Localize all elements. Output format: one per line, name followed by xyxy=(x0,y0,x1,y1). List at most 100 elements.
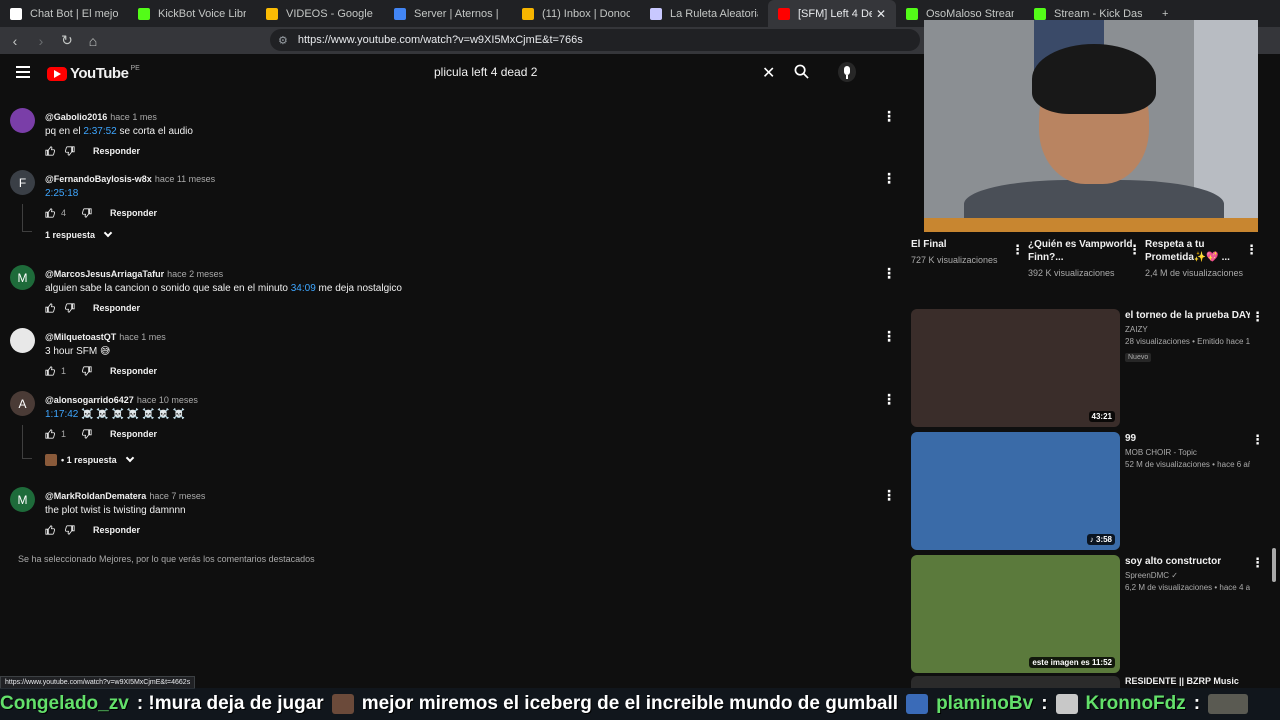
more-options-icon[interactable] xyxy=(1251,555,1264,571)
recommended-video[interactable]: Respeta a tu Prometida✨💖 ... 2,4 M de vis… xyxy=(1145,238,1255,280)
browser-tab[interactable]: VIDEOS - Google Drive xyxy=(256,0,384,27)
home-icon[interactable]: ⌂ xyxy=(82,33,104,49)
more-options-icon[interactable] xyxy=(1011,242,1024,258)
like-icon[interactable] xyxy=(45,303,55,313)
microphone-icon[interactable] xyxy=(838,62,856,82)
like-icon[interactable] xyxy=(45,429,55,439)
timestamp-link[interactable]: 2:25:18 xyxy=(45,188,78,199)
more-options-icon[interactable] xyxy=(1251,309,1264,325)
tab-favicon-icon xyxy=(138,7,150,20)
comment-text: alguien sabe la cancion o sonido que sal… xyxy=(45,283,402,294)
comment-author[interactable]: @MarkRoldanDematera xyxy=(45,491,146,501)
forward-icon[interactable]: › xyxy=(30,33,52,49)
avatar[interactable]: F xyxy=(10,170,35,195)
reply-button[interactable]: Responder xyxy=(110,208,157,218)
dislike-icon[interactable] xyxy=(82,366,92,376)
avatar[interactable]: M xyxy=(10,487,35,512)
comment-author[interactable]: @MilquetoastQT xyxy=(45,332,116,342)
timestamp-link[interactable]: 34:09 xyxy=(291,283,316,294)
timestamp-link[interactable]: 1:17:42 xyxy=(45,409,78,420)
video-title: ¿Quién es Vampworld Finn?... xyxy=(1028,239,1133,263)
more-options-icon[interactable] xyxy=(882,170,896,187)
youtube-logo[interactable]: YouTube PE xyxy=(47,65,140,82)
chat-emote-icon xyxy=(1055,694,1078,714)
dislike-icon[interactable] xyxy=(65,303,75,313)
recommended-video[interactable]: ♪ 3:58 99 MOB CHOIR - Topic 52 M de visuali… xyxy=(911,432,1264,550)
channel-name[interactable]: MOB CHOIR - Topic xyxy=(1125,448,1250,457)
back-icon[interactable]: ‹ xyxy=(4,33,26,49)
reply-button[interactable]: Responder xyxy=(93,303,140,313)
more-options-icon[interactable] xyxy=(882,108,896,125)
comment-time[interactable]: hace 7 meses xyxy=(149,491,205,501)
recommended-video[interactable]: este imagen es 11:52 soy alto constructor… xyxy=(911,555,1264,673)
comment-header: @MarcosJesusArriagaTafur hace 2 meses xyxy=(45,269,223,279)
clear-search-icon[interactable]: ✕ xyxy=(762,63,775,83)
recommended-video[interactable]: ¿Quién es Vampworld Finn?... 392 K visual… xyxy=(1028,238,1138,280)
comment-time[interactable]: hace 11 meses xyxy=(155,174,215,184)
stream-chat-overlay: Congelado_zv: !mura deja de jugar mejor m… xyxy=(0,688,1280,720)
comment-author[interactable]: @alonsogarrido6427 xyxy=(45,395,134,405)
browser-tab[interactable]: [SFM] Left 4 Dead Wi✕ xyxy=(768,0,896,27)
more-options-icon[interactable] xyxy=(882,487,896,504)
dislike-icon[interactable] xyxy=(65,525,75,535)
browser-tab[interactable]: Server | Aternos | Free Mine xyxy=(384,0,512,27)
comment-time[interactable]: hace 2 meses xyxy=(167,269,223,279)
browser-tab[interactable]: Chat Bot | El mejor software xyxy=(0,0,128,27)
comment-author[interactable]: @FernandoBaylosis-w8x xyxy=(45,174,152,184)
menu-icon[interactable] xyxy=(16,66,30,78)
reload-icon[interactable]: ↻ xyxy=(56,32,78,49)
avatar[interactable]: A xyxy=(10,391,35,416)
dislike-icon[interactable] xyxy=(82,208,92,218)
video-thumbnail[interactable]: este imagen es 11:52 xyxy=(911,555,1120,673)
comment-author[interactable]: @MarcosJesusArriagaTafur xyxy=(45,269,164,279)
reply-button[interactable]: Responder xyxy=(93,146,140,156)
comment-time[interactable]: hace 1 mes xyxy=(110,112,157,122)
more-options-icon[interactable] xyxy=(1245,242,1258,258)
channel-name[interactable]: SpreenDMC ✓ xyxy=(1125,571,1250,580)
recommended-video[interactable]: El Final 727 K visualizaciones xyxy=(911,238,1021,267)
video-thumbnail[interactable]: ♪ 3:58 xyxy=(911,432,1120,550)
search-input[interactable]: plicula left 4 dead 2 xyxy=(424,60,784,84)
more-options-icon[interactable] xyxy=(1128,242,1141,258)
comment-author[interactable]: @Gabolio2016 xyxy=(45,112,107,122)
like-icon[interactable] xyxy=(45,146,55,156)
comment-time[interactable]: hace 10 meses xyxy=(137,395,198,405)
more-options-icon[interactable] xyxy=(882,391,896,408)
avatar[interactable] xyxy=(10,108,35,133)
comment-time[interactable]: hace 1 mes xyxy=(119,332,166,342)
browser-tab[interactable]: (11) Inbox | Donoclip xyxy=(512,0,640,27)
browser-tab[interactable]: La Ruleta Aleatoria xyxy=(640,0,768,27)
dislike-icon[interactable] xyxy=(82,429,92,439)
video-thumbnail[interactable]: 43:21 xyxy=(911,309,1120,427)
like-icon[interactable] xyxy=(45,208,55,218)
more-options-icon[interactable] xyxy=(882,265,896,282)
search-icon[interactable] xyxy=(794,64,809,79)
close-tab-icon[interactable]: ✕ xyxy=(872,7,886,21)
scrollbar-thumb[interactable] xyxy=(1272,548,1276,582)
address-bar[interactable]: ⚙ https://www.youtube.com/watch?v=w9XI5M… xyxy=(270,29,920,51)
like-icon[interactable] xyxy=(45,525,55,535)
dislike-icon[interactable] xyxy=(65,146,75,156)
webcam-overlay xyxy=(924,20,1258,232)
comment-text-part: the plot twist is twisting damnnn xyxy=(45,505,186,516)
channel-name[interactable]: ZAIZY xyxy=(1125,325,1250,334)
replies-toggle[interactable]: 1 respuesta xyxy=(45,228,113,240)
reply-button[interactable]: Responder xyxy=(110,366,157,376)
reply-button[interactable]: Responder xyxy=(110,429,157,439)
more-options-icon[interactable] xyxy=(882,328,896,345)
recommended-video[interactable]: 43:21 el torneo de la prueba DAY 2 ZAIZY 28… xyxy=(911,309,1264,427)
replies-toggle[interactable]: • 1 respuesta xyxy=(45,453,134,466)
site-info-icon[interactable]: ⚙ xyxy=(278,34,288,47)
comment-text-part: pq en el xyxy=(45,126,84,137)
like-count: 4 xyxy=(61,208,67,218)
chevron-down-icon xyxy=(125,453,134,463)
partial-recommendation[interactable]: RESIDENTE || BZRP Music xyxy=(911,676,1261,688)
browser-tab[interactable]: KickBot Voice Library xyxy=(128,0,256,27)
more-options-icon[interactable] xyxy=(1251,432,1264,448)
reply-button[interactable]: Responder xyxy=(93,525,140,535)
timestamp-link[interactable]: 2:37:52 xyxy=(83,126,116,137)
avatar[interactable]: M xyxy=(10,265,35,290)
avatar[interactable] xyxy=(10,328,35,353)
like-icon[interactable] xyxy=(45,366,55,376)
tab-favicon-icon xyxy=(394,7,406,20)
